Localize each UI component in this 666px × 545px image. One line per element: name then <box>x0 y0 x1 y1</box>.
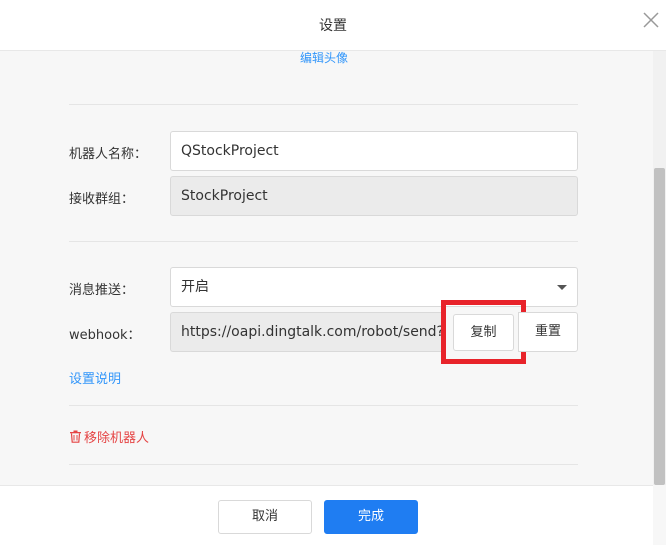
receive-group-field: StockProject <box>170 176 578 216</box>
divider <box>69 464 578 465</box>
message-push-select[interactable]: 开启 <box>170 267 578 307</box>
trash-icon <box>70 430 81 443</box>
remove-robot-link[interactable]: 移除机器人 <box>69 427 149 446</box>
dialog-title: 设置 <box>319 18 347 34</box>
webhook-url-field: https://oapi.dingtalk.com/robot/send? <box>170 312 442 352</box>
copy-button[interactable]: 复制 <box>453 314 514 351</box>
divider <box>69 104 578 105</box>
edit-avatar-link[interactable]: 编辑头像 <box>0 49 648 66</box>
dialog-footer: 取消 完成 <box>0 485 653 545</box>
scrollbar-thumb[interactable] <box>654 168 665 485</box>
message-push-value: 开启 <box>181 279 209 295</box>
close-icon[interactable] <box>641 10 661 30</box>
divider <box>69 405 578 406</box>
cancel-button[interactable]: 取消 <box>218 500 312 534</box>
robot-name-input[interactable] <box>170 131 578 171</box>
dialog-header: 设置 <box>0 0 666 51</box>
receive-group-label: 接收群组： <box>69 192 135 207</box>
remove-robot-label: 移除机器人 <box>84 431 150 446</box>
message-push-label: 消息推送： <box>69 283 135 298</box>
settings-help-link[interactable]: 设置说明 <box>69 368 121 387</box>
webhook-label: webhook： <box>69 328 141 343</box>
done-button[interactable]: 完成 <box>324 500 418 534</box>
reset-button[interactable]: 重置 <box>518 312 578 352</box>
divider <box>69 241 578 242</box>
chevron-down-icon <box>557 285 567 290</box>
settings-dialog: 设置 编辑头像 机器人名称： 接收群组： StockProject 消息推送： … <box>0 0 666 545</box>
robot-name-label: 机器人名称： <box>69 147 148 162</box>
